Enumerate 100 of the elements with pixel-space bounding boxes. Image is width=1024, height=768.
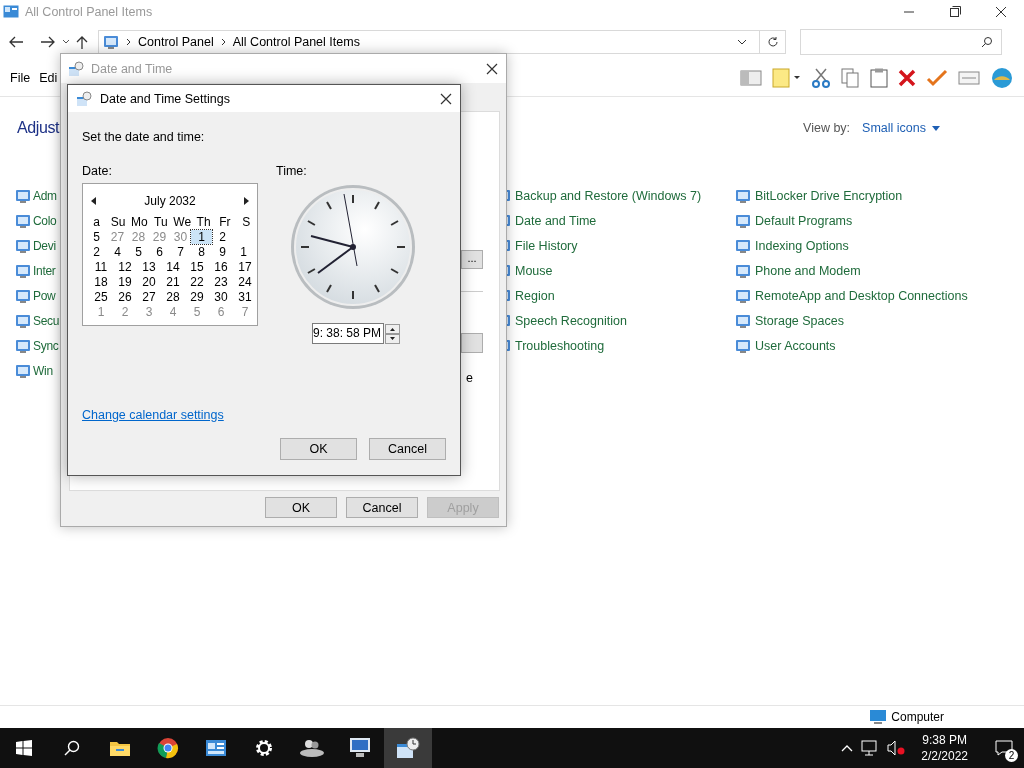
calendar-day[interactable]: 4 (107, 244, 128, 259)
forward-icon[interactable] (40, 35, 56, 49)
clock[interactable]: 9:38 PM 2/2/2022 (921, 732, 968, 764)
copy-icon[interactable] (840, 68, 860, 88)
menu-item[interactable]: File (10, 71, 31, 85)
delete-icon[interactable] (898, 69, 916, 87)
browser-icon[interactable] (157, 737, 179, 759)
calendar-day[interactable]: 30 (209, 289, 233, 304)
applet-link[interactable]: Mouse (515, 263, 553, 278)
calendar-day[interactable]: 30 (170, 229, 191, 244)
caret-icon[interactable] (932, 125, 940, 131)
breadcrumb-item[interactable]: Control Panel (138, 35, 214, 49)
calendar-day[interactable]: 5 (128, 244, 149, 259)
applet-link[interactable]: Indexing Options (755, 238, 849, 253)
window-icon[interactable] (205, 738, 227, 758)
applet-link[interactable]: Devi (33, 238, 56, 253)
view-by-dropdown[interactable]: Small icons (862, 121, 940, 135)
calendar-day[interactable]: 15 (185, 259, 209, 274)
people-icon[interactable] (299, 738, 325, 758)
taskbar-app[interactable] (384, 728, 432, 768)
dialog-button[interactable]: OK (265, 497, 337, 518)
calendar-day[interactable]: 28 (128, 229, 149, 244)
caret-icon[interactable] (62, 39, 70, 45)
calendar-day[interactable]: 25 (89, 289, 113, 304)
settings-icon[interactable] (254, 738, 274, 758)
applet-link[interactable]: User Accounts (755, 338, 836, 353)
calendar-day[interactable]: 8 (191, 244, 212, 259)
calendar-day[interactable]: 13 (137, 259, 161, 274)
clipboard-icon[interactable] (870, 68, 888, 88)
calendar[interactable]: July 2032 a Su Mo Tu We Th Fr S 5 27 28 29 30 1 2 2 4 5 6 7 8 9 1 11 12 13 14 15 16 17 18 19 20 21 22 23 24 25 26 27 28 29 30 31 1 2 3 4 5 6 7 (82, 183, 258, 326)
search-field[interactable] (800, 29, 1002, 55)
close-icon[interactable] (440, 92, 452, 105)
globe-icon[interactable] (990, 66, 1014, 90)
calendar-day[interactable]: 6 (149, 244, 170, 259)
checkmark-icon[interactable] (926, 69, 948, 87)
calendar-day[interactable]: 7 (170, 244, 191, 259)
calendar-settings-link[interactable]: Change calendar settings (82, 408, 224, 422)
applet-link[interactable]: Troubleshooting (515, 338, 605, 353)
folder-icon[interactable] (109, 739, 131, 757)
time-field[interactable]: 9: 38: 58 PM (312, 323, 384, 344)
calendar-day[interactable]: 28 (161, 289, 185, 304)
applet-link[interactable]: Adm (33, 188, 57, 203)
dialog-button[interactable]: Cancel (346, 497, 418, 518)
applet-link[interactable]: Phone and Modem (755, 263, 861, 278)
calendar-day[interactable]: 23 (209, 274, 233, 289)
calendar-day[interactable]: 2 (212, 229, 233, 244)
calendar-day[interactable]: 11 (89, 259, 113, 274)
calendar-day[interactable]: 24 (233, 274, 257, 289)
applet-link[interactable]: RemoteApp and Desktop Connections (755, 288, 968, 303)
calendar-day[interactable]: 27 (137, 289, 161, 304)
applet-link[interactable]: File History (515, 238, 578, 253)
applet-link[interactable]: Backup and Restore (Windows 7) (515, 188, 702, 203)
applet-link[interactable]: Storage Spaces (755, 313, 844, 328)
calendar-day[interactable]: 20 (137, 274, 161, 289)
date-time-icon[interactable] (396, 737, 420, 759)
calendar-day[interactable]: 1 (191, 229, 212, 244)
volume-muted-icon[interactable] (887, 740, 906, 756)
previous-month-icon[interactable] (91, 197, 96, 205)
calendar-day[interactable]: 21 (161, 274, 185, 289)
calendar-day[interactable]: 18 (89, 274, 113, 289)
applet-link[interactable]: Region (515, 288, 555, 303)
calendar-day[interactable]: 1 (89, 304, 113, 319)
applet-link[interactable]: BitLocker Drive Encryption (755, 188, 903, 203)
applet-link[interactable]: Colo (33, 213, 57, 228)
calendar-day[interactable]: 22 (185, 274, 209, 289)
back-icon[interactable] (8, 35, 24, 49)
applet-link[interactable]: Inter (33, 263, 56, 278)
monitor-icon[interactable] (348, 737, 372, 759)
applet-link[interactable]: Default Programs (755, 213, 853, 228)
calendar-day[interactable]: 26 (113, 289, 137, 304)
calendar-day[interactable]: 17 (233, 259, 257, 274)
windows-logo-icon[interactable] (16, 740, 32, 756)
close-icon[interactable] (486, 62, 498, 75)
calendar-day[interactable]: 1 (233, 244, 254, 259)
up-icon[interactable] (76, 35, 88, 49)
search-icon[interactable] (981, 36, 993, 48)
spinner-icon[interactable] (385, 323, 400, 344)
calendar-day[interactable]: 2 (86, 244, 107, 259)
next-month-icon[interactable] (244, 197, 249, 205)
applet-link[interactable]: Sync (33, 338, 59, 353)
calendar-day[interactable]: 14 (161, 259, 185, 274)
dialog-button[interactable]: OK (280, 438, 357, 460)
calendar-day[interactable]: 6 (209, 304, 233, 319)
calendar-day[interactable]: 31 (233, 289, 257, 304)
search-icon[interactable] (64, 740, 80, 756)
applet-link[interactable]: Secu (33, 313, 60, 328)
calendar-day[interactable]: 9 (212, 244, 233, 259)
dropdown-icon[interactable] (737, 39, 747, 45)
breadcrumb-item[interactable]: All Control Panel Items (232, 35, 360, 49)
calendar-day[interactable]: 16 (209, 259, 233, 274)
refresh-button[interactable] (760, 30, 786, 54)
dialog-button[interactable]: Cancel (369, 438, 446, 460)
chevron-up-icon[interactable] (841, 744, 854, 752)
calendar-day[interactable]: 4 (161, 304, 185, 319)
cut-icon[interactable] (812, 68, 830, 88)
calendar-day[interactable]: 12 (113, 259, 137, 274)
menu-item[interactable]: Edi (39, 71, 58, 85)
applet-link[interactable]: Date and Time (515, 213, 597, 228)
calendar-day[interactable]: 29 (149, 229, 170, 244)
calendar-day[interactable]: 29 (185, 289, 209, 304)
